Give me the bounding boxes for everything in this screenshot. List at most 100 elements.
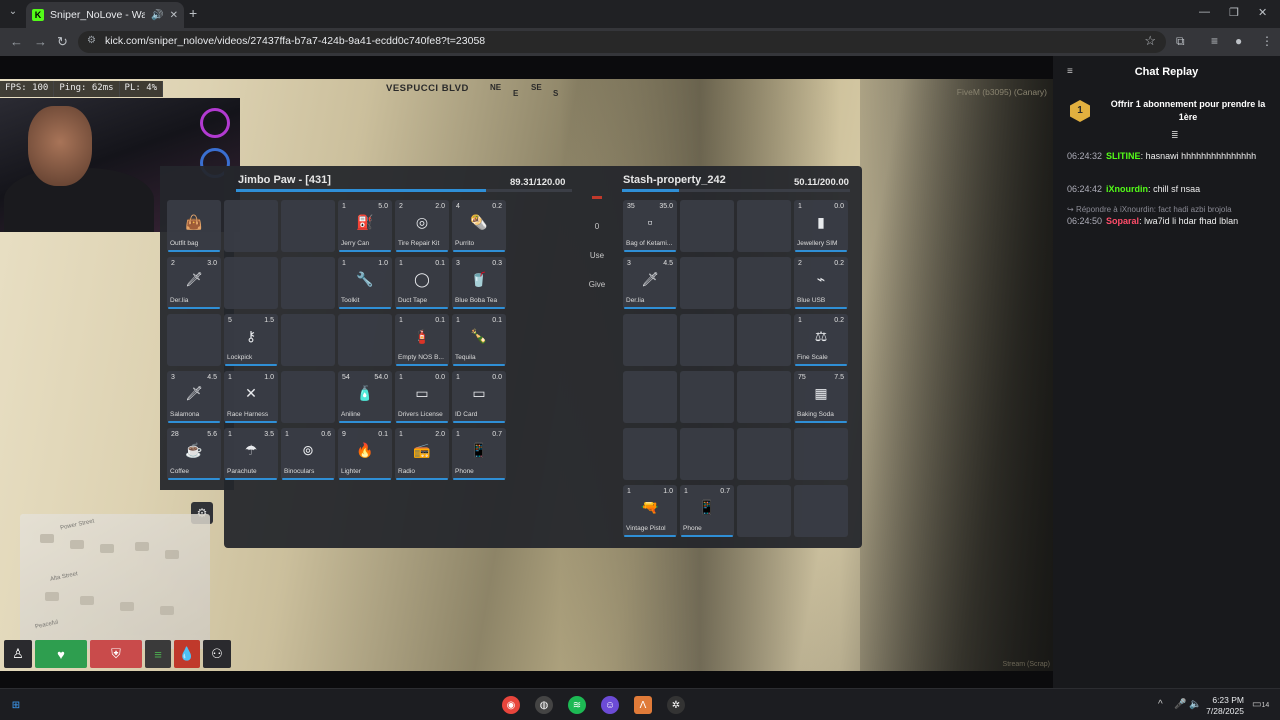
tab-search-icon[interactable]: ⌄: [6, 6, 20, 20]
tray-chevron-icon[interactable]: ^: [1158, 699, 1163, 710]
player-slot[interactable]: 1 0.1 🍾 Tequila: [452, 314, 506, 366]
stash-slot[interactable]: 1 0.0 ▮ Jewellery SIM: [794, 200, 848, 252]
tab-kick[interactable]: K Sniper_NoLove - Watch the 🔊 ✕: [26, 2, 184, 28]
player-slot[interactable]: 1 5.0 ⛽ Jerry Can: [338, 200, 392, 252]
stash-slot[interactable]: [794, 428, 848, 480]
close-window-icon[interactable]: ✕: [1258, 6, 1267, 19]
player-slot[interactable]: 4 0.2 🌯 Purrito: [452, 200, 506, 252]
media-control-icon[interactable]: ≡: [1211, 34, 1218, 48]
bookmark-star-icon[interactable]: ☆: [1144, 33, 1156, 49]
stash-slot[interactable]: [794, 485, 848, 537]
player-slot[interactable]: 28 5.6 ☕ Coffee: [167, 428, 221, 480]
chat-username[interactable]: Soparal: [1106, 216, 1139, 226]
spotify-icon[interactable]: ≋: [568, 696, 586, 714]
site-info-icon[interactable]: ⚙: [87, 35, 96, 46]
stash-slot[interactable]: 35 35.0 ▫ Bag of Ketami...: [623, 200, 677, 252]
reload-icon[interactable]: ↻: [57, 34, 68, 50]
discord-icon[interactable]: ☺: [601, 696, 619, 714]
player-slot[interactable]: [338, 314, 392, 366]
stash-slot[interactable]: [623, 371, 677, 423]
player-slot[interactable]: [167, 314, 221, 366]
stash-slot[interactable]: [680, 314, 734, 366]
stash-slot[interactable]: [680, 200, 734, 252]
player-slot[interactable]: 54 54.0 🧴 Aniline: [338, 371, 392, 423]
stash-slot[interactable]: [680, 257, 734, 309]
item-count: 2: [171, 260, 175, 267]
stash-slot[interactable]: [737, 200, 791, 252]
player-slot[interactable]: [281, 200, 335, 252]
player-slot[interactable]: 3 0.3 🥤 Blue Boba Tea: [452, 257, 506, 309]
back-icon[interactable]: ←: [10, 34, 23, 49]
obs-icon[interactable]: ◍: [535, 696, 553, 714]
stash-slot[interactable]: [623, 428, 677, 480]
collapse-chat-icon[interactable]: ≡: [1067, 66, 1073, 77]
player-slot[interactable]: 1 2.0 📻 Radio: [395, 428, 449, 480]
player-slot[interactable]: 1 0.1 ◯ Duct Tape: [395, 257, 449, 309]
stash-slot[interactable]: [737, 428, 791, 480]
player-slot[interactable]: [281, 257, 335, 309]
amount-input[interactable]: 0: [580, 222, 614, 231]
player-slot[interactable]: 9 0.1 🔥 Lighter: [338, 428, 392, 480]
give-button[interactable]: Give: [580, 280, 614, 289]
gift-sub-banner[interactable]: 1 Offrir 1 abonnement pour prendre la 1è…: [1067, 96, 1273, 140]
player-slot[interactable]: 1 1.0 ✕ Race Harness: [224, 371, 278, 423]
drop-icon[interactable]: ▬: [580, 191, 614, 202]
stash-slot[interactable]: [737, 371, 791, 423]
notifications-icon[interactable]: ▭14: [1252, 699, 1269, 710]
player-slot[interactable]: 2 2.0 ◎ Tire Repair Kit: [395, 200, 449, 252]
chat-message[interactable]: 06:24:32 SLITINE: hasnawi hhhhhhhhhhhhhhh: [1067, 150, 1273, 162]
fivem-icon[interactable]: ✲: [667, 696, 685, 714]
stash-slot[interactable]: 75 7.5 ▦ Baking Soda: [794, 371, 848, 423]
stash-slot[interactable]: [737, 257, 791, 309]
player-slot[interactable]: 1 0.7 📱 Phone: [452, 428, 506, 480]
start-icon[interactable]: ⊞: [7, 696, 25, 714]
stash-slot[interactable]: [680, 371, 734, 423]
new-tab-button[interactable]: +: [189, 5, 197, 21]
player-slot[interactable]: 3 4.5 🗡 Salamona: [167, 371, 221, 423]
player-slot[interactable]: 1 3.5 ☂ Parachute: [224, 428, 278, 480]
minimize-icon[interactable]: —: [1199, 6, 1210, 18]
chat-username[interactable]: iXnourdin: [1106, 184, 1148, 194]
chat-message[interactable]: 06:24:42 iXnourdin: chill sf nsaa: [1067, 183, 1273, 195]
profile-icon[interactable]: ●: [1235, 34, 1242, 48]
player-slot[interactable]: 👜 Outfit bag: [167, 200, 221, 252]
expand-icon[interactable]: ≣: [1171, 130, 1179, 141]
speaker-icon[interactable]: 🔊: [151, 10, 163, 21]
player-slot[interactable]: 1 0.6 ⊚ Binoculars: [281, 428, 335, 480]
player-slot[interactable]: [224, 257, 278, 309]
chat-message[interactable]: 06:24:50 Soparal: lwa7id li hdar fhad lbl…: [1067, 215, 1273, 227]
mic-icon[interactable]: 🎤: [1174, 699, 1186, 710]
stash-slot[interactable]: 2 0.2 ⌁ Blue USB: [794, 257, 848, 309]
address-bar[interactable]: ⚙ kick.com/sniper_nolove/videos/27437ffa…: [78, 31, 1166, 53]
item-count: 1: [228, 431, 232, 438]
restore-icon[interactable]: ❐: [1229, 6, 1239, 19]
close-tab-icon[interactable]: ✕: [170, 10, 178, 21]
player-slot[interactable]: 1 0.1 🧯 Empty NOS B...: [395, 314, 449, 366]
chat-username[interactable]: SLITINE: [1106, 151, 1141, 161]
player-slot[interactable]: 1 1.0 🔧 Toolkit: [338, 257, 392, 309]
player-slot[interactable]: 5 1.5 ⚷ Lockpick: [224, 314, 278, 366]
player-slot[interactable]: [224, 200, 278, 252]
forward-icon[interactable]: →: [34, 34, 47, 49]
player-slot[interactable]: 1 0.0 ▭ ID Card: [452, 371, 506, 423]
menu-kebab-icon[interactable]: ⋮: [1261, 34, 1273, 48]
player-slot[interactable]: [281, 314, 335, 366]
stash-slot[interactable]: 3 4.5 🗡 Der.lia: [623, 257, 677, 309]
stash-slot[interactable]: 1 0.2 ⚖ Fine Scale: [794, 314, 848, 366]
volume-icon[interactable]: 🔈: [1189, 699, 1201, 710]
system-clock[interactable]: 6:23 PM 7/28/2025: [1206, 695, 1244, 717]
stash-slot[interactable]: 1 0.7 📱 Phone: [680, 485, 734, 537]
chrome-icon[interactable]: ◉: [502, 696, 520, 714]
stash-slot[interactable]: 1 1.0 🔫 Vintage Pistol: [623, 485, 677, 537]
app-icon[interactable]: Λ: [634, 696, 652, 714]
stash-slot[interactable]: [737, 314, 791, 366]
stash-slot[interactable]: [680, 428, 734, 480]
player-slot[interactable]: 2 3.0 🗡 Der.lia: [167, 257, 221, 309]
player-slot[interactable]: [281, 371, 335, 423]
extensions-icon[interactable]: ⧉: [1176, 34, 1185, 49]
stash-slot[interactable]: [623, 314, 677, 366]
stash-slot[interactable]: [737, 485, 791, 537]
video-player[interactable]: FPS: 100 Ping: 62ms PL: 4% VESPUCCI BLVD…: [0, 79, 1053, 671]
player-slot[interactable]: 1 0.0 ▭ Drivers License: [395, 371, 449, 423]
use-button[interactable]: Use: [580, 251, 614, 260]
